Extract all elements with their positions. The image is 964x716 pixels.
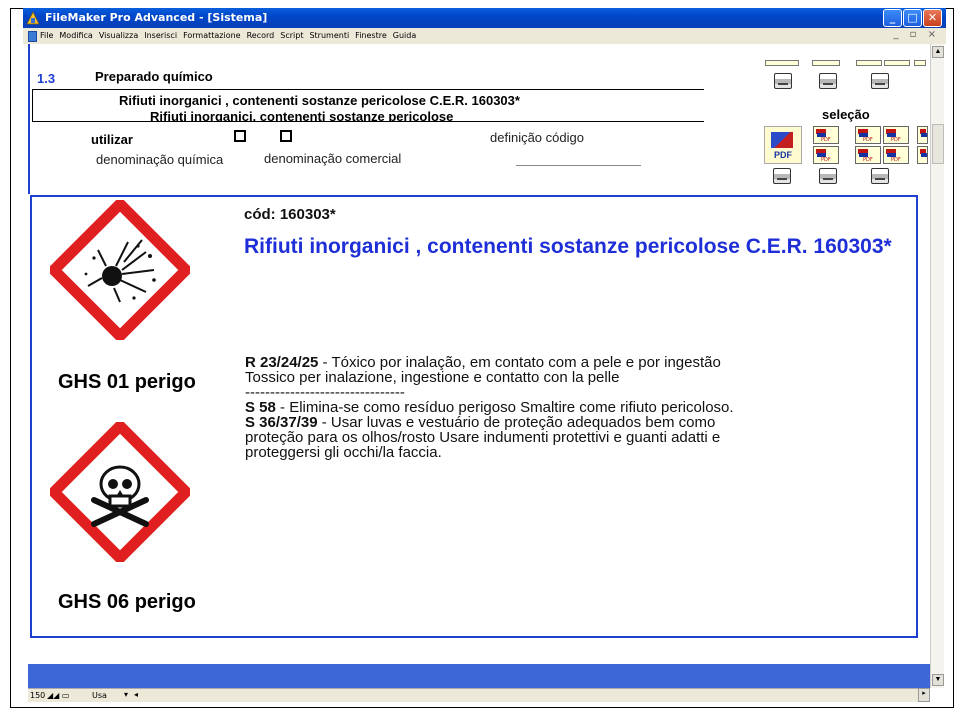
status-bar: 150 ◢◢ ▭ Usa ▾ ◂ — [28, 688, 930, 702]
zoom-level[interactable]: 150 — [30, 691, 45, 700]
pdf-icon[interactable]: PDF — [883, 126, 909, 144]
menu-strumenti[interactable]: Strumenti — [309, 31, 349, 40]
document-icon[interactable] — [28, 31, 37, 42]
maximize-button[interactable]: □ — [903, 9, 922, 27]
scroll-thumb[interactable] — [932, 124, 944, 164]
pdf-icon[interactable] — [917, 146, 928, 164]
pdf-icon[interactable]: PDF — [813, 146, 839, 164]
safety-phrase-2: S 36/37/39 - Usar luvas e vestuário de p… — [245, 415, 915, 430]
pdf-label: PDF — [863, 137, 873, 143]
safety-phrase-1: S 58 - Elimina-se como resíduo perigoso … — [245, 400, 915, 415]
mode-selector[interactable]: Usa — [92, 691, 107, 700]
pdf-label: PDF — [891, 157, 901, 163]
product-name-heading: Rifiuti inorganici , contenenti sostanze… — [244, 235, 892, 258]
printer-icon[interactable] — [871, 73, 889, 89]
commercial-name-label: denominação comercial — [264, 151, 402, 166]
section-number: 1.3 — [37, 71, 56, 86]
menu-guida[interactable]: Guida — [393, 31, 416, 40]
zoom-icons[interactable]: ◢◢ ▭ — [47, 691, 69, 700]
menu-bar: File Modifica Visualizza Inserisci Forma… — [23, 28, 946, 44]
product-code: cód: 160303* — [244, 206, 336, 223]
product-name-field-secondary[interactable]: Rifiuti inorganici, contenenti sostanze … — [150, 110, 453, 121]
safety-text-2c: proteggersi gli occhi/la faccia. — [245, 444, 442, 461]
mode-dropdown-icon[interactable]: ▾ — [124, 690, 128, 699]
pdf-tab[interactable] — [765, 60, 799, 66]
menu-inserisci[interactable]: Inserisci — [144, 31, 177, 40]
pdf-icon[interactable]: PDF — [883, 146, 909, 164]
pdf-tab[interactable] — [884, 60, 910, 66]
risk-safety-phrases: R 23/24/25 - Tóxico por inalação, em con… — [245, 355, 915, 460]
divider — [32, 121, 704, 122]
close-button[interactable]: ✕ — [923, 9, 942, 27]
pdf-label: PDF — [821, 137, 831, 143]
pdf-icon[interactable]: PDF — [855, 126, 881, 144]
menu-finestre[interactable]: Finestre — [355, 31, 387, 40]
pdf-label: PDF — [891, 137, 901, 143]
selection-label: seleção — [822, 107, 870, 122]
printer-icon[interactable] — [819, 168, 837, 184]
mdi-window-controls[interactable]: _ ▫ × — [893, 29, 940, 40]
window-title: FileMaker Pro Advanced - [Sistema] — [45, 11, 268, 24]
menu-file[interactable]: File — [40, 31, 53, 40]
pdf-icon[interactable]: PDF — [813, 126, 839, 144]
pdf-label: PDF — [863, 157, 873, 163]
footer-band — [28, 664, 930, 688]
pictogram-label-ghs01: GHS 01 perigo — [58, 371, 196, 393]
menu-visualizza[interactable]: Visualizza — [99, 31, 138, 40]
pictogram-label-ghs06: GHS 06 perigo — [58, 591, 196, 613]
filemaker-icon — [26, 11, 40, 25]
use-label: utilizar — [91, 132, 133, 147]
scroll-up-button[interactable]: ▲ — [932, 46, 944, 58]
chemical-name-checkbox[interactable] — [234, 130, 246, 142]
pdf-tab[interactable] — [856, 60, 882, 66]
scroll-left-button[interactable]: ◂ — [134, 690, 138, 699]
title-bar[interactable]: FileMaker Pro Advanced - [Sistema] _ □ ✕ — [23, 8, 946, 28]
section-title: Preparado químico — [95, 69, 213, 84]
pdf-tab[interactable] — [812, 60, 840, 66]
safety-text-2b: proteção para os olhos/rosto Usare indum… — [245, 429, 721, 446]
product-name-field[interactable]: Rifiuti inorganici , contenenti sostanze… — [119, 93, 520, 108]
menu-modifica[interactable]: Modifica — [59, 31, 92, 40]
explosive-pictogram-icon — [50, 200, 190, 340]
pdf-label: PDF — [774, 150, 792, 160]
minimize-button[interactable]: _ — [883, 9, 902, 27]
risk-text-it: Tossico per inalazione, ingestione e con… — [245, 369, 620, 386]
chemical-name-label: denominação química — [96, 152, 224, 167]
menu-script[interactable]: Script — [280, 31, 303, 40]
definition-code-label: definição código — [490, 130, 584, 145]
scroll-right-button[interactable]: ▸ — [918, 688, 930, 702]
menu-record[interactable]: Record — [247, 31, 275, 40]
pdf-icon[interactable] — [917, 126, 928, 144]
vertical-scrollbar[interactable]: ▲ ▼ — [930, 44, 944, 688]
printer-icon[interactable] — [774, 73, 792, 89]
menu-formattazione[interactable]: Formattazione — [183, 31, 241, 40]
phrase-separator: -------------------------------- — [245, 384, 405, 401]
skull-crossbones-pictogram-icon — [50, 422, 190, 562]
divider — [32, 89, 704, 90]
pdf-icon[interactable]: PDF — [764, 126, 802, 164]
printer-icon[interactable] — [773, 168, 791, 184]
risk-phrase-pt: R 23/24/25 - Tóxico por inalação, em con… — [245, 355, 915, 370]
divider — [32, 89, 33, 122]
scroll-down-button[interactable]: ▼ — [932, 674, 944, 686]
pdf-icon[interactable]: PDF — [855, 146, 881, 164]
pdf-tab[interactable] — [914, 60, 926, 66]
commercial-name-checkbox[interactable] — [280, 130, 292, 142]
printer-icon[interactable] — [819, 73, 837, 89]
printer-icon[interactable] — [871, 168, 889, 184]
definition-code-field[interactable] — [516, 165, 641, 166]
pdf-label: PDF — [821, 157, 831, 163]
